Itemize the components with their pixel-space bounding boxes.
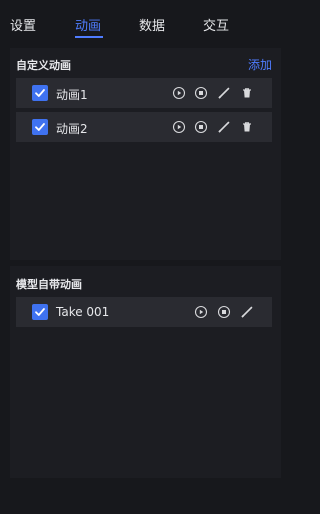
active-tab-indicator	[75, 36, 103, 38]
animation-row[interactable]: 动画2	[16, 112, 272, 142]
stop-icon[interactable]	[217, 305, 231, 319]
tab-data[interactable]: 数据	[139, 15, 165, 34]
play-icon[interactable]	[172, 86, 186, 100]
edit-icon[interactable]	[217, 120, 231, 134]
play-icon[interactable]	[172, 120, 186, 134]
animation-name: 动画2	[56, 122, 88, 136]
edit-icon[interactable]	[240, 305, 254, 319]
check-icon	[35, 123, 45, 131]
play-icon[interactable]	[194, 305, 208, 319]
tab-animation[interactable]: 动画	[75, 15, 101, 34]
animation-row[interactable]: 动画1	[16, 78, 272, 108]
animation-checkbox[interactable]	[32, 119, 48, 135]
delete-icon[interactable]	[240, 120, 254, 134]
panel-footer	[0, 478, 281, 514]
tab-interaction[interactable]: 交互	[203, 15, 229, 34]
tab-bar: 设置 动画 数据 交互	[0, 0, 281, 46]
delete-icon[interactable]	[240, 86, 254, 100]
builtin-animations-title: 模型自带动画	[16, 278, 82, 291]
animation-name: 动画1	[56, 88, 88, 102]
stop-icon[interactable]	[194, 120, 208, 134]
animation-row[interactable]: Take 001	[16, 297, 272, 327]
builtin-animations-panel: 模型自带动画 Take 001	[10, 266, 281, 478]
custom-animations-title: 自定义动画	[16, 59, 71, 72]
check-icon	[35, 308, 45, 316]
edit-icon[interactable]	[217, 86, 231, 100]
animation-checkbox[interactable]	[32, 304, 48, 320]
check-icon	[35, 89, 45, 97]
stop-icon[interactable]	[194, 86, 208, 100]
animation-checkbox[interactable]	[32, 85, 48, 101]
custom-animations-panel: 自定义动画 添加 动画1 动画2	[10, 48, 281, 260]
animation-name: Take 001	[56, 305, 110, 319]
tab-settings[interactable]: 设置	[10, 15, 36, 34]
add-animation-button[interactable]: 添加	[248, 56, 272, 73]
